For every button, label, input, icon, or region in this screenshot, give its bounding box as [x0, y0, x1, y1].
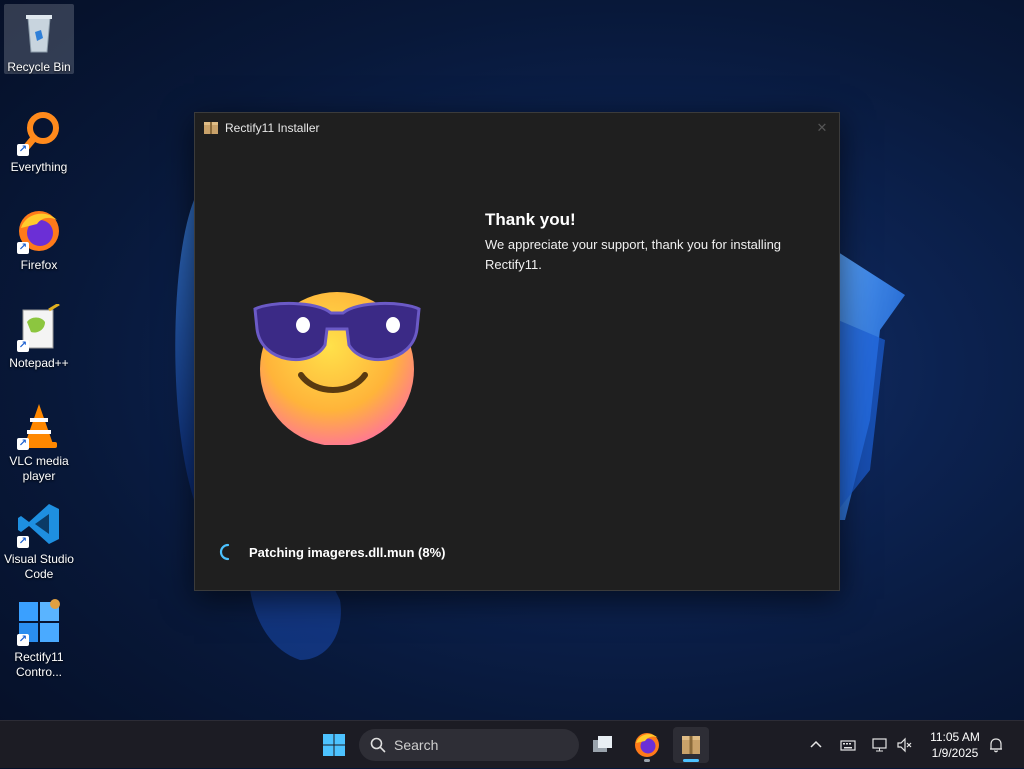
notepad-plus-plus-icon: ↗	[15, 302, 63, 352]
firefox-icon: ↗	[15, 206, 63, 254]
clock-time: 11:05 AM	[930, 730, 980, 744]
windows-logo-icon	[323, 734, 345, 756]
title-bar[interactable]: Rectify11 Installer ✕	[195, 113, 839, 143]
shortcut-arrow-icon: ↗	[17, 438, 29, 450]
window-title: Rectify11 Installer	[225, 121, 320, 135]
task-view-icon	[593, 736, 612, 752]
volume-muted-icon[interactable]	[897, 737, 913, 753]
recycle-bin-icon	[15, 8, 63, 56]
active-indicator	[683, 759, 699, 762]
taskbar-firefox-button[interactable]	[629, 727, 665, 763]
desktop-icon-firefox[interactable]: ↗ Firefox	[4, 202, 74, 273]
shortcut-arrow-icon: ↗	[17, 144, 29, 156]
desktop-icon-label: Firefox	[20, 258, 58, 272]
shortcut-arrow-icon: ↗	[17, 634, 29, 646]
system-tray	[808, 721, 913, 769]
desktop-icon-label: Everything	[10, 160, 68, 174]
vscode-icon: ↗	[15, 500, 63, 548]
notification-bell-icon[interactable]	[988, 737, 1004, 753]
network-icon[interactable]	[872, 737, 888, 753]
desktop-icon-recycle-bin[interactable]: Recycle Bin	[4, 4, 74, 74]
shortcut-arrow-icon: ↗	[17, 340, 29, 352]
vlc-icon: ↗	[15, 402, 63, 450]
sunglasses-emoji-icon	[253, 292, 421, 445]
search-icon	[370, 737, 386, 753]
notification-area	[988, 721, 1004, 769]
clock-date: 1/9/2025	[931, 746, 979, 760]
loading-spinner-icon	[219, 543, 230, 561]
taskbar-installer-button[interactable]	[673, 727, 709, 763]
start-button[interactable]	[316, 727, 352, 763]
thank-you-heading: Thank you!	[485, 210, 576, 229]
show-hidden-icons-chevron-icon[interactable]	[808, 737, 824, 753]
firefox-icon	[635, 733, 659, 757]
status-text: Patching imageres.dll.mun (8%)	[249, 545, 446, 560]
everything-search-icon: ↗	[15, 108, 63, 156]
desktop-icon-vlc[interactable]: ↗ VLC media player	[4, 398, 74, 484]
taskbar-search-box[interactable]: Search	[359, 729, 579, 761]
desktop-icon-vscode[interactable]: ↗ Visual Studio Code	[4, 496, 74, 582]
search-placeholder: Search	[394, 737, 439, 753]
rectify11-installer-icon	[682, 736, 700, 754]
running-indicator	[644, 759, 650, 762]
shortcut-arrow-icon: ↗	[17, 536, 29, 548]
desktop-icon-label: Visual Studio Code	[4, 552, 74, 581]
shortcut-arrow-icon: ↗	[17, 242, 29, 254]
taskbar: Search 11:05 AM 1/9/2025	[0, 720, 1024, 768]
keyboard-icon[interactable]	[840, 737, 856, 753]
desktop-icon-rectify11-control[interactable]: ↗ Rectify11 Contro...	[4, 594, 74, 680]
desktop-icon-label: VLC media player	[9, 454, 69, 483]
desktop-icon-label: Recycle Bin	[7, 60, 71, 74]
task-view-button[interactable]	[585, 727, 621, 763]
rectify11-control-panel-icon: ↗	[15, 598, 63, 646]
installer-window: Rectify11 Installer ✕ Thank you! We appr…	[194, 112, 840, 591]
close-button[interactable]: ✕	[813, 119, 831, 137]
desktop-icon-label: Rectify11 Contro...	[14, 650, 64, 679]
desktop-icon-everything[interactable]: ↗ Everything	[4, 104, 74, 175]
package-icon	[204, 122, 218, 134]
desktop-icon-label: Notepad++	[9, 356, 69, 370]
clock[interactable]: 11:05 AM 1/9/2025	[922, 729, 988, 761]
desktop-icon-notepad-plus-plus[interactable]: ↗ Notepad++	[4, 300, 74, 371]
thank-you-message: We appreciate your support, thank you fo…	[485, 237, 782, 272]
